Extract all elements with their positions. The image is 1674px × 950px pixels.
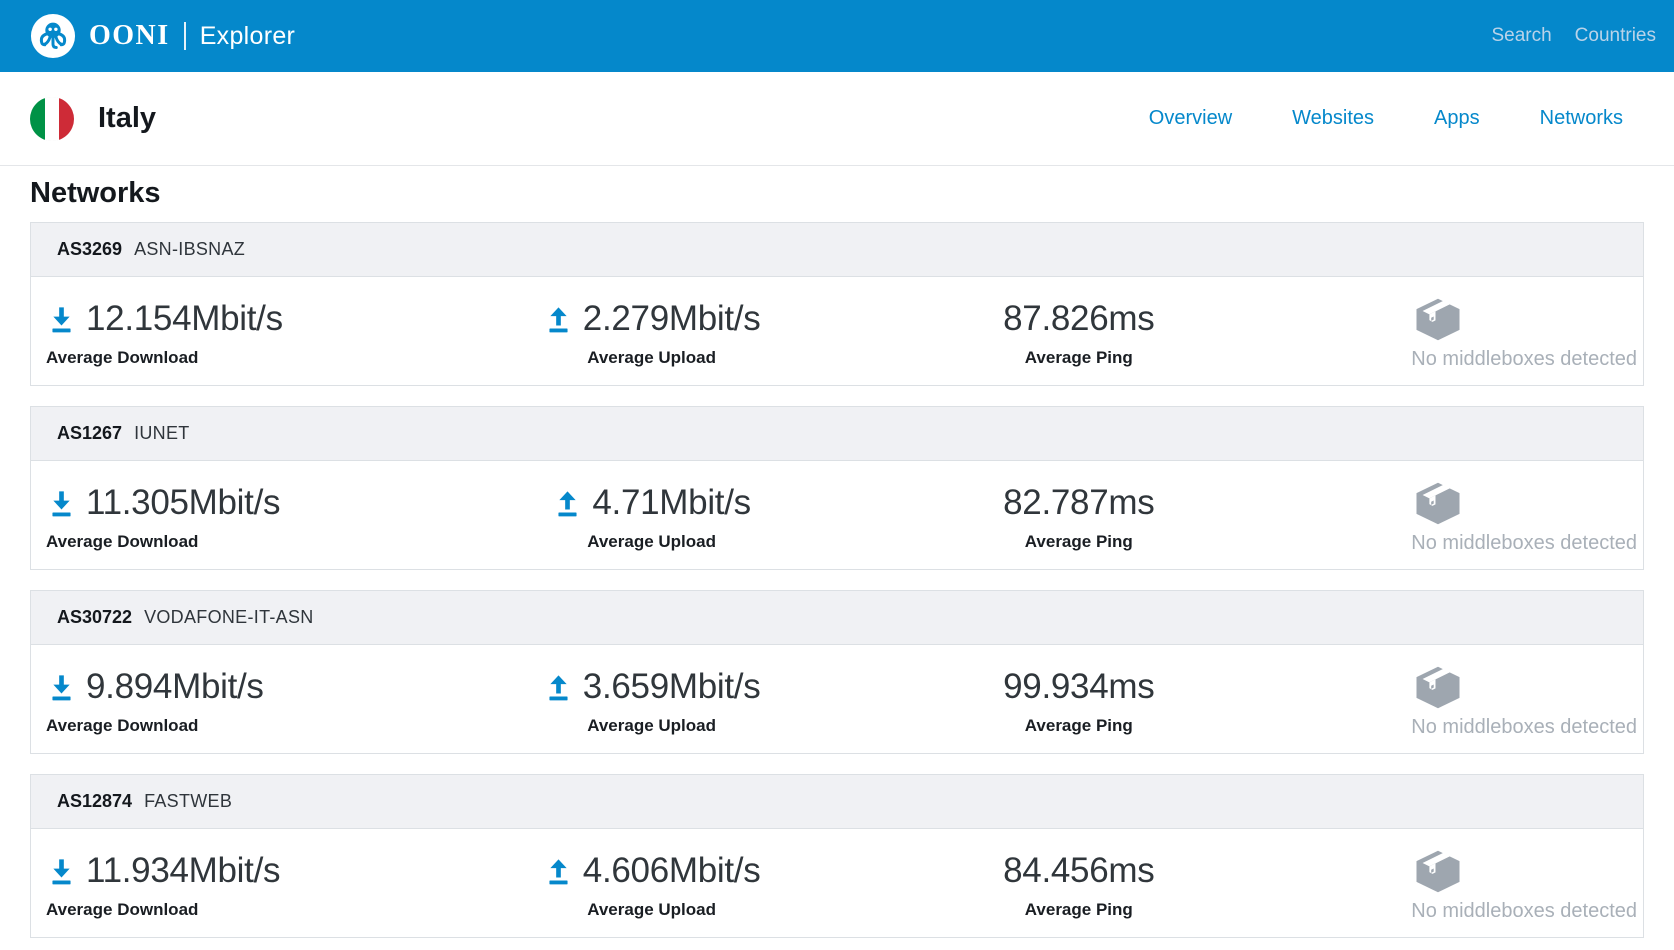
topbar: OONI Explorer Search Countries xyxy=(0,0,1674,72)
tab-overview[interactable]: Overview xyxy=(1149,107,1232,130)
ping-metric: 99.934ms Average Ping xyxy=(837,664,1321,753)
upload-metric: 2.279Mbit/s Average Upload xyxy=(466,296,837,385)
download-metric: 9.894Mbit/s Average Download xyxy=(31,664,466,753)
network-card: AS1267 IUNET 11.305Mbit/s Average Downlo… xyxy=(30,406,1644,570)
topbar-nav: Search Countries xyxy=(1491,25,1656,47)
tab-networks[interactable]: Networks xyxy=(1540,107,1623,130)
download-label: Average Download xyxy=(46,900,198,920)
ping-label: Average Ping xyxy=(1025,716,1133,736)
ooni-logo-icon xyxy=(30,13,76,59)
download-value: 11.934Mbit/s xyxy=(86,851,280,891)
ping-label: Average Ping xyxy=(1025,348,1133,368)
ping-value: 99.934ms xyxy=(1003,667,1154,707)
middlebox-status: No middleboxes detected xyxy=(1411,532,1637,555)
network-card-body: 9.894Mbit/s Average Download 3.659Mbit/s… xyxy=(31,645,1643,753)
ping-metric: 84.456ms Average Ping xyxy=(837,848,1321,937)
upload-value: 3.659Mbit/s xyxy=(583,667,761,707)
upload-icon xyxy=(552,488,583,519)
download-value: 11.305Mbit/s xyxy=(86,483,280,523)
middlebox-status: No middleboxes detected xyxy=(1411,348,1637,371)
download-metric: 11.305Mbit/s Average Download xyxy=(31,480,466,569)
middlebox-metric: No middleboxes detected xyxy=(1321,296,1643,385)
network-card-body: 11.934Mbit/s Average Download 4.606Mbit/… xyxy=(31,829,1643,937)
asn-name: IUNET xyxy=(134,423,190,444)
tab-apps[interactable]: Apps xyxy=(1434,107,1480,130)
download-icon xyxy=(46,304,77,335)
asn-name: VODAFONE-IT-ASN xyxy=(144,607,314,628)
middlebox-metric: No middleboxes detected xyxy=(1321,480,1643,569)
download-label: Average Download xyxy=(46,716,198,736)
download-metric: 12.154Mbit/s Average Download xyxy=(31,296,466,385)
network-card-header[interactable]: AS1267 IUNET xyxy=(31,407,1643,461)
network-card-body: 12.154Mbit/s Average Download 2.279Mbit/… xyxy=(31,277,1643,385)
middlebox-metric: No middleboxes detected xyxy=(1321,664,1643,753)
upload-value: 4.606Mbit/s xyxy=(583,851,761,891)
middlebox-icon xyxy=(1415,296,1461,342)
middlebox-status: No middleboxes detected xyxy=(1411,716,1637,739)
middlebox-metric: No middleboxes detected xyxy=(1321,848,1643,937)
middlebox-status: No middleboxes detected xyxy=(1411,900,1637,923)
download-label: Average Download xyxy=(46,532,198,552)
download-icon xyxy=(46,672,77,703)
upload-label: Average Upload xyxy=(587,716,716,736)
ping-value: 82.787ms xyxy=(1003,483,1154,523)
middlebox-icon xyxy=(1415,664,1461,710)
network-card-header[interactable]: AS12874 FASTWEB xyxy=(31,775,1643,829)
network-card-header[interactable]: AS30722 VODAFONE-IT-ASN xyxy=(31,591,1643,645)
network-card-header[interactable]: AS3269 ASN-IBSNAZ xyxy=(31,223,1643,277)
ping-label: Average Ping xyxy=(1025,900,1133,920)
upload-metric: 3.659Mbit/s Average Upload xyxy=(466,664,837,753)
asn-name: ASN-IBSNAZ xyxy=(134,239,245,260)
asn-number: AS12874 xyxy=(57,791,132,812)
country-name: Italy xyxy=(98,102,156,135)
brand-name: OONI xyxy=(89,20,170,52)
network-card-body: 11.305Mbit/s Average Download 4.71Mbit/s… xyxy=(31,461,1643,569)
ping-value: 87.826ms xyxy=(1003,299,1154,339)
asn-name: FASTWEB xyxy=(144,791,232,812)
section-title: Networks xyxy=(30,177,1644,210)
upload-metric: 4.71Mbit/s Average Upload xyxy=(466,480,837,569)
upload-metric: 4.606Mbit/s Average Upload xyxy=(466,848,837,937)
brand-product: Explorer xyxy=(200,22,296,51)
download-icon xyxy=(46,856,77,887)
download-label: Average Download xyxy=(46,348,198,368)
main-content: Networks AS3269 ASN-IBSNAZ 12.154Mbit/s … xyxy=(0,177,1674,938)
upload-value: 4.71Mbit/s xyxy=(592,483,750,523)
ping-value: 84.456ms xyxy=(1003,851,1154,891)
upload-icon xyxy=(543,304,574,335)
ping-metric: 87.826ms Average Ping xyxy=(837,296,1321,385)
middlebox-icon xyxy=(1415,480,1461,526)
network-list: AS3269 ASN-IBSNAZ 12.154Mbit/s Average D… xyxy=(30,222,1644,938)
asn-number: AS1267 xyxy=(57,423,122,444)
ping-metric: 82.787ms Average Ping xyxy=(837,480,1321,569)
asn-number: AS30722 xyxy=(57,607,132,628)
download-icon xyxy=(46,488,77,519)
nav-search-link[interactable]: Search xyxy=(1491,25,1551,47)
middlebox-icon xyxy=(1415,848,1461,894)
upload-icon xyxy=(543,672,574,703)
tab-websites[interactable]: Websites xyxy=(1292,107,1374,130)
brand-separator xyxy=(184,22,186,50)
network-card: AS30722 VODAFONE-IT-ASN 9.894Mbit/s Aver… xyxy=(30,590,1644,754)
country-tabs: Overview Websites Apps Networks xyxy=(1149,107,1623,130)
ping-label: Average Ping xyxy=(1025,532,1133,552)
network-card: AS3269 ASN-IBSNAZ 12.154Mbit/s Average D… xyxy=(30,222,1644,386)
upload-label: Average Upload xyxy=(587,900,716,920)
upload-label: Average Upload xyxy=(587,532,716,552)
italy-flag-icon xyxy=(30,97,74,141)
upload-label: Average Upload xyxy=(587,348,716,368)
brand-home-link[interactable]: OONI Explorer xyxy=(30,13,295,59)
upload-icon xyxy=(543,856,574,887)
download-value: 12.154Mbit/s xyxy=(86,299,283,339)
asn-number: AS3269 xyxy=(57,239,122,260)
download-metric: 11.934Mbit/s Average Download xyxy=(31,848,466,937)
country-header: Italy Overview Websites Apps Networks xyxy=(0,72,1674,166)
network-card: AS12874 FASTWEB 11.934Mbit/s Average Dow… xyxy=(30,774,1644,938)
download-value: 9.894Mbit/s xyxy=(86,667,264,707)
upload-value: 2.279Mbit/s xyxy=(583,299,761,339)
nav-countries-link[interactable]: Countries xyxy=(1575,25,1656,47)
